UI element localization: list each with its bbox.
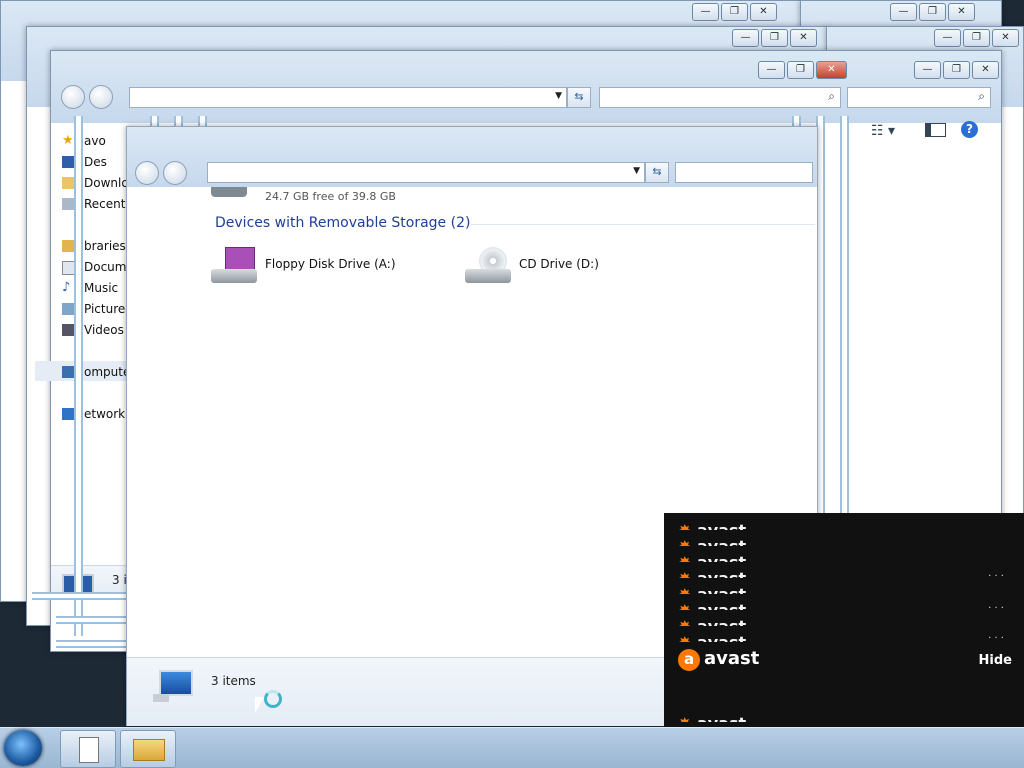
maximize-button[interactable]: ❐ [943, 61, 970, 79]
busy-cursor-icon [255, 697, 264, 713]
search-input[interactable]: ⌕ [599, 87, 841, 108]
notepad-icon [79, 737, 99, 763]
maximize-button[interactable]: ❐ [761, 29, 788, 47]
hard-disk-icon [211, 187, 247, 197]
avast-ghost-row: ✸ avast [678, 617, 1018, 626]
nav-item-music[interactable]: Music [84, 281, 118, 295]
maximize-button[interactable]: ❐ [721, 3, 748, 21]
window-controls[interactable]: — ❐ ✕ [934, 29, 1019, 47]
explorer-icon [133, 739, 165, 761]
avast-ghost-row: ✸ avast [678, 521, 1018, 530]
search-icon[interactable]: ⌕ [978, 89, 985, 104]
forward-button[interactable] [89, 85, 113, 109]
maximize-button[interactable]: ❐ [787, 61, 814, 79]
computer-icon [153, 670, 193, 702]
taskbar-button-explorer[interactable] [120, 730, 176, 768]
avast-ghost-hide: · · · [988, 633, 1004, 644]
nav-item-network[interactable]: etwork [84, 407, 125, 421]
avast-ghost-hide: · · · [988, 571, 1004, 582]
taskbar [0, 727, 1024, 768]
avast-ghost-row: ✸ avast [678, 569, 1018, 578]
avast-logo-icon: a [678, 649, 700, 671]
minimize-button[interactable]: — [934, 29, 961, 47]
close-button[interactable]: ✕ [750, 3, 777, 21]
window-controls[interactable]: — ❐ ✕ [692, 3, 777, 21]
nav-item-desktop[interactable]: Des [84, 155, 107, 169]
start-button[interactable] [4, 730, 42, 766]
disk-free-text: 24.7 GB free of 39.8 GB [265, 190, 396, 203]
avast-ghost-row: ✸ avast [678, 601, 1018, 610]
avast-ghost-hide: · · · [988, 603, 1004, 614]
minimize-button[interactable]: — [914, 61, 941, 79]
refresh-button[interactable]: ⇆ [645, 162, 669, 183]
device-label: Floppy Disk Drive (A:) [265, 257, 396, 271]
minimize-button[interactable]: — [692, 3, 719, 21]
maximize-button[interactable]: ❐ [919, 3, 946, 21]
group-divider [471, 224, 815, 225]
search-input-echo[interactable]: ⌕ [847, 87, 991, 108]
back-button[interactable] [135, 161, 159, 185]
avast-ghost-row: ✸ avast [678, 633, 1018, 642]
search-icon[interactable]: ⌕ [828, 89, 835, 104]
nav-item-pictures[interactable]: Pictures [84, 302, 132, 316]
address-bar[interactable]: ▼ [207, 162, 645, 183]
nav-item-downloads[interactable]: Downlo [84, 176, 129, 190]
floppy-icon [211, 247, 257, 285]
avast-ghost-row: ✸ avast [678, 553, 1018, 562]
close-button[interactable]: ✕ [816, 61, 847, 79]
avast-ghost-row: ✸ avast [678, 585, 1018, 594]
avast-brand: avast [704, 648, 760, 669]
device-item-cd[interactable]: CD Drive (D:) [465, 243, 705, 289]
close-button[interactable]: ✕ [972, 61, 999, 79]
device-label: CD Drive (D:) [519, 257, 599, 271]
close-button[interactable]: ✕ [948, 3, 975, 21]
preview-pane-icon[interactable] [925, 123, 946, 137]
nav-item-computer[interactable]: ompute [84, 365, 130, 379]
nav-item-favorites[interactable]: avo [84, 134, 106, 148]
avast-ghost-row: ✸ avast [678, 537, 1018, 546]
refresh-button[interactable]: ⇆ [567, 87, 591, 108]
window-controls[interactable]: — ❐ ✕ [732, 29, 817, 47]
group-header[interactable]: Devices with Removable Storage (2) [215, 215, 815, 233]
nav-item-videos[interactable]: Videos [84, 323, 124, 337]
minimize-button[interactable]: — [732, 29, 759, 47]
cd-drive-icon [465, 247, 511, 285]
search-input[interactable] [675, 162, 813, 183]
chevron-down-icon[interactable]: ▼ [633, 166, 640, 176]
busy-spinner-icon [264, 690, 282, 708]
avast-notification[interactable]: a avast Hide [664, 647, 1024, 673]
forward-button[interactable] [163, 161, 187, 185]
close-button[interactable]: ✕ [992, 29, 1019, 47]
group-title: Devices with Removable Storage (2) [215, 215, 471, 231]
chevron-down-icon[interactable]: ▼ [555, 91, 562, 101]
window-controls-echo[interactable]: — ❐ ✕ [914, 61, 999, 79]
window-controls[interactable]: — ❐ ✕ [758, 61, 847, 79]
close-button[interactable]: ✕ [790, 29, 817, 47]
view-options-icon[interactable]: ☷ ▾ [871, 123, 895, 139]
window-controls[interactable]: — ❐ ✕ [890, 3, 975, 21]
items-count: 3 items [211, 674, 256, 688]
back-button[interactable] [61, 85, 85, 109]
address-bar[interactable]: ▼ [129, 87, 567, 108]
taskbar-button-notepad[interactable] [60, 730, 116, 768]
window-edge-strip [74, 116, 83, 636]
avast-ghost-row: ✸ avast [678, 714, 1018, 722]
nav-item-libraries[interactable]: braries [84, 239, 126, 253]
minimize-button[interactable]: — [758, 61, 785, 79]
help-icon[interactable]: ? [961, 121, 978, 138]
device-item-floppy[interactable]: Floppy Disk Drive (A:) [211, 243, 451, 289]
maximize-button[interactable]: ❐ [963, 29, 990, 47]
minimize-button[interactable]: — [890, 3, 917, 21]
avast-hide-button[interactable]: Hide [979, 653, 1012, 668]
